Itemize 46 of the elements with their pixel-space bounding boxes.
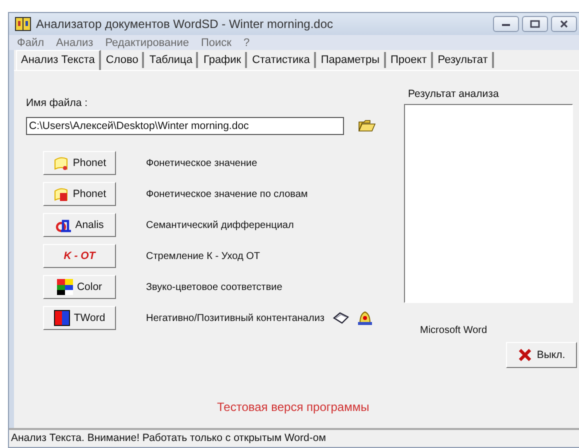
color-grid-icon: [56, 279, 73, 295]
action-button[interactable]: TWord: [43, 306, 116, 330]
maximize-button[interactable]: [522, 16, 548, 32]
menu-item[interactable]: Анализ: [56, 36, 94, 48]
close-button[interactable]: [551, 16, 577, 32]
file-path-field[interactable]: C:\Users\Алексей\Desktop\Winter morning.doc: [26, 117, 344, 135]
action-button[interactable]: Phonet: [43, 182, 116, 206]
file-name-label: Имя файла :: [26, 97, 89, 109]
menu-item[interactable]: Файл: [17, 36, 44, 48]
folder-icon[interactable]: [358, 119, 376, 133]
minimize-icon: [501, 21, 511, 27]
tab[interactable]: Статистика: [248, 52, 316, 68]
minimize-button[interactable]: [493, 16, 519, 32]
tab[interactable]: Проект: [386, 52, 433, 68]
action-button[interactable]: K - OT: [43, 244, 116, 268]
window-title: Анализатор документов WordSD - Winter morning.doc: [36, 17, 334, 31]
action-description: Негативно/Позитивный контентанализ: [146, 312, 324, 324]
action-description: Фонетическое значение по словам: [146, 188, 308, 200]
action-description: Стремление К - Уход ОТ: [146, 250, 260, 262]
split-square-icon: [54, 310, 70, 326]
action-description: Звуко-цветовое соответствие: [146, 282, 282, 292]
menu-item[interactable]: ?: [243, 36, 250, 48]
letters-icon: [55, 217, 72, 233]
action-description: Семантический дифференциал: [146, 220, 294, 230]
menu-item[interactable]: Поиск: [200, 36, 232, 48]
menu-item[interactable]: Редактирование: [105, 36, 189, 48]
action-button[interactable]: Color: [43, 275, 116, 299]
exit-button[interactable]: Выкл.: [506, 342, 577, 368]
maximize-icon: [530, 20, 540, 28]
tab[interactable]: Результат: [434, 52, 494, 68]
page-icon: [52, 186, 69, 202]
result-label: Результат анализа: [408, 88, 500, 100]
tab[interactable]: График: [199, 52, 248, 68]
status-bar: Анализ Текста. Внимание! Работать только с открытым Word-ом: [9, 428, 579, 447]
word-label: Microsoft Word: [420, 325, 488, 336]
trial-notice: Тестовая верся программы: [216, 400, 370, 414]
tab[interactable]: Анализ Текста: [16, 50, 101, 70]
tab[interactable]: Параметры: [316, 52, 386, 68]
action-description: Фонетическое значение: [146, 158, 258, 168]
tab[interactable]: Слово: [102, 52, 144, 68]
close-icon: [559, 20, 569, 28]
action-button[interactable]: Phonet: [43, 151, 116, 175]
cross-icon: [518, 348, 532, 362]
tab[interactable]: Таблица: [145, 52, 198, 68]
action-button[interactable]: Analis: [43, 213, 116, 237]
page-icon: [52, 155, 69, 171]
